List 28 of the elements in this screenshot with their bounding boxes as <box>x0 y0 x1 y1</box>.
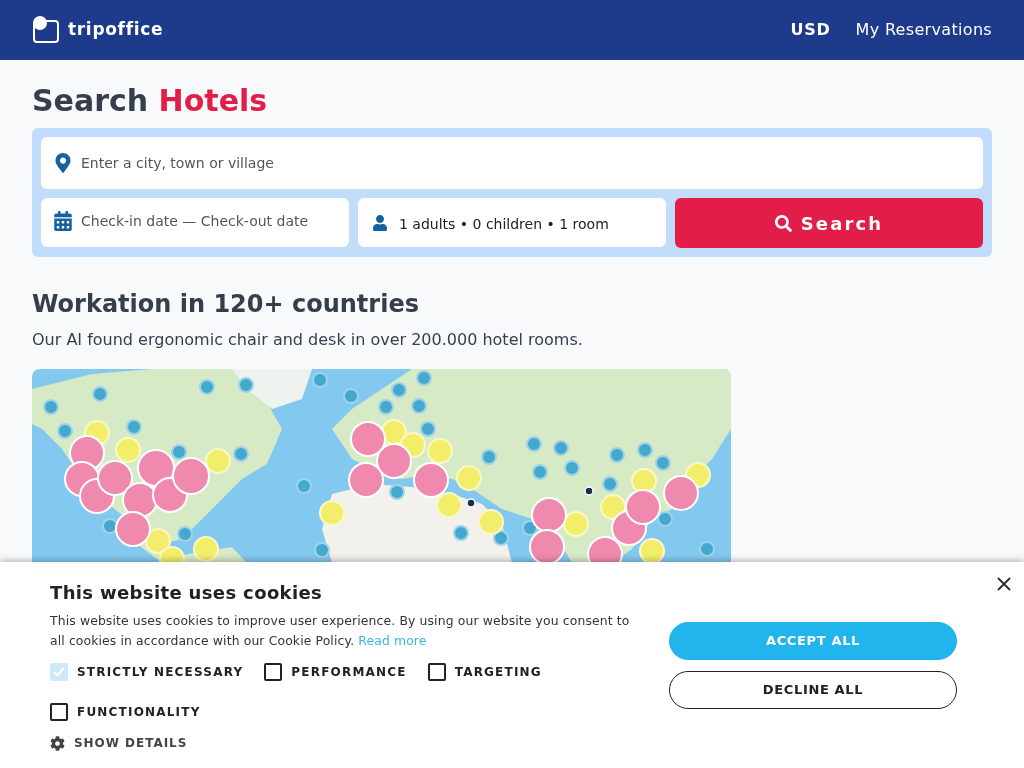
checkbox-label[interactable]: FUNCTIONALITY <box>77 703 201 721</box>
search-button[interactable]: Search <box>675 198 983 248</box>
page-title: Search Hotels <box>32 83 269 119</box>
destination-field[interactable]: Enter a city, town or village <box>41 137 983 189</box>
location-pin-icon <box>55 153 71 173</box>
close-icon <box>997 577 1011 591</box>
currency-link[interactable]: USD <box>790 18 831 42</box>
cookie-title: This website uses cookies <box>50 581 324 605</box>
gear-icon <box>50 735 65 751</box>
checkbox[interactable] <box>50 703 68 721</box>
search-icon <box>774 214 792 232</box>
calendar-icon <box>54 211 72 231</box>
cookie-text: This website uses cookies to improve user experience. By using our website you consent to all cookies in accordance with our Cookie Policy. Read more <box>50 612 631 650</box>
guests-selector[interactable]: 1 adults • 0 children • 1 room <box>358 198 666 247</box>
section-subtitle: Our AI found ergonomic chair and desk in over 200.000 hotel rooms. <box>32 329 584 351</box>
person-icon <box>373 214 387 231</box>
logo-link[interactable]: tripoffice <box>32 16 164 44</box>
checkmark-icon <box>53 667 65 677</box>
date-range-field[interactable]: Check-in date — Check-out date <box>41 198 349 247</box>
checkbox[interactable] <box>427 663 446 681</box>
checkbox[interactable] <box>264 663 283 681</box>
logo-icon <box>32 16 60 44</box>
show-details-button[interactable]: SHOW DETAILS <box>50 733 188 753</box>
checkbox-label[interactable]: PERFORMANCE <box>291 663 407 681</box>
section-heading: Workation in 120+ countries <box>32 289 420 320</box>
checkbox-label[interactable]: TARGETING <box>454 663 542 681</box>
reservations-link[interactable]: My Reservations <box>855 18 992 42</box>
decline-all-button[interactable]: DECLINE ALL <box>669 671 957 709</box>
